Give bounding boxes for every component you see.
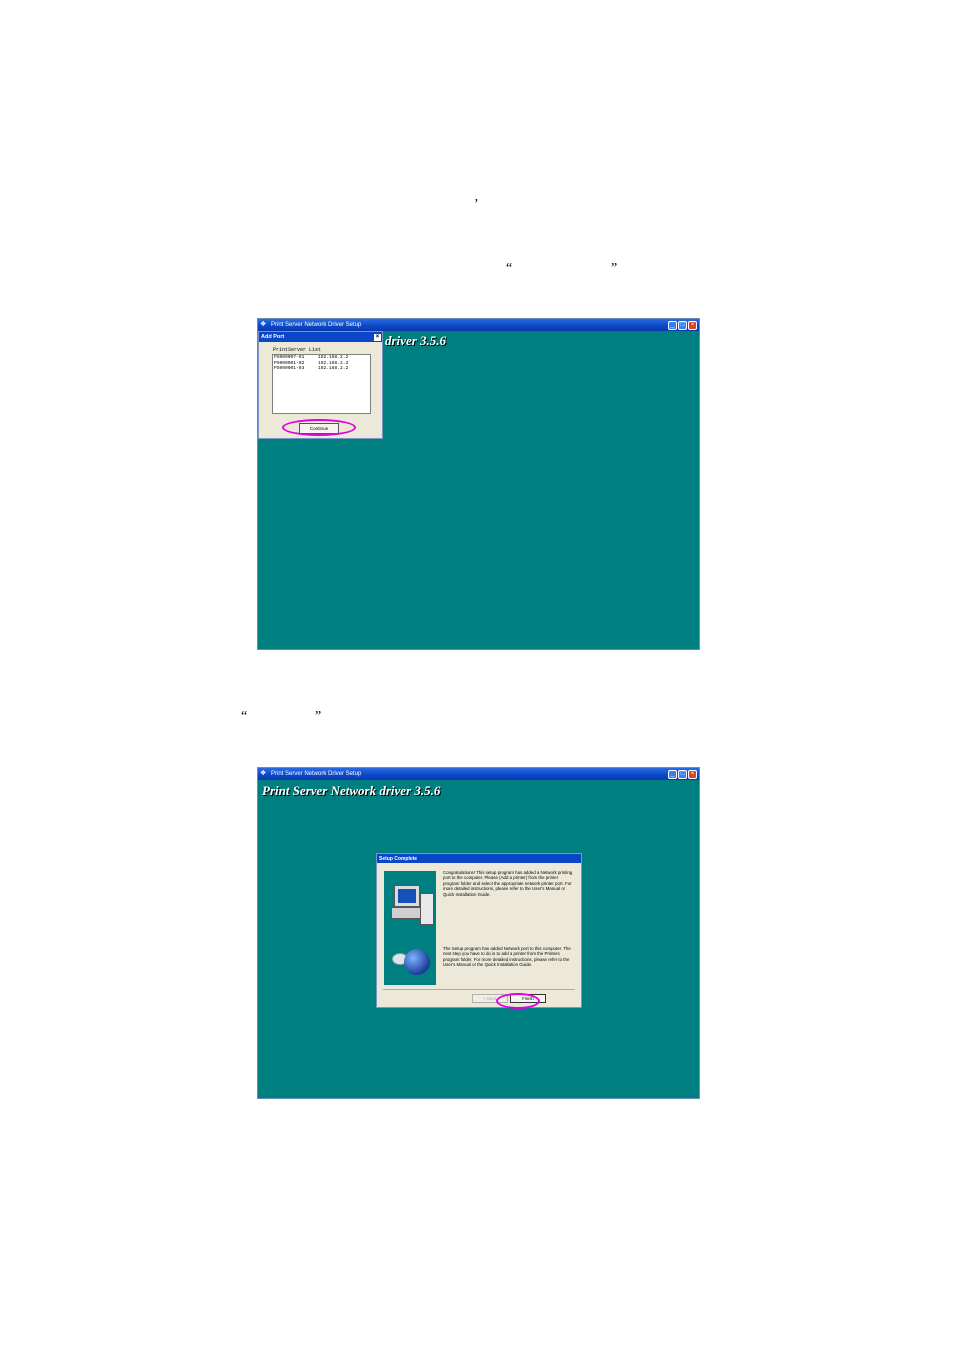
maximize-icon[interactable]: □	[678, 320, 687, 330]
server-name: PS000001-03	[274, 366, 305, 372]
minimize-icon[interactable]: _	[668, 320, 677, 330]
print-server-list[interactable]: PS000007-01 192.168.2.2 PS000001-02 192.…	[272, 354, 371, 414]
completion-message: Congratulations! This setup program has …	[443, 870, 573, 897]
screenshot-add-port: ❖ Print Server Network Driver Setup _ □ …	[257, 318, 700, 650]
quote-close: ”	[611, 261, 618, 276]
computer-base	[391, 907, 421, 919]
window-titlebar: ❖ Print Server Network Driver Setup _ □ …	[258, 319, 699, 331]
dialog-title: Add Port	[261, 334, 285, 340]
dialog-title: Setup Complete	[379, 855, 418, 862]
close-icon[interactable]: ×	[688, 769, 697, 779]
computer-icon	[394, 885, 420, 907]
highlight-ring	[282, 419, 356, 436]
close-icon[interactable]: ×	[688, 320, 697, 330]
maximize-icon[interactable]: □	[678, 769, 687, 779]
quote-open: “	[506, 261, 513, 276]
server-ip: 192.168.2.2	[318, 366, 349, 372]
banner-title: driver 3.5.6	[385, 333, 447, 348]
next-step-message: The Setup program has added Network port…	[443, 946, 571, 968]
list-item[interactable]: PS000001-03 192.168.2.2	[273, 366, 370, 372]
divider	[383, 989, 575, 990]
window-title: Print Server Network Driver Setup	[271, 322, 362, 328]
minimize-icon[interactable]: _	[668, 769, 677, 779]
globe-icon	[404, 949, 430, 975]
banner-title: Print Server Network driver 3.5.6	[262, 783, 441, 798]
computer-tower	[420, 893, 434, 925]
quote-open: “	[241, 709, 248, 724]
setup-illustration	[384, 871, 436, 985]
setup-complete-dialog: Setup Complete Congratulations! This set…	[376, 853, 582, 1008]
quote-close: ”	[315, 709, 322, 724]
list-label: PrintServer List	[273, 347, 322, 353]
app-icon: ❖	[260, 321, 267, 328]
app-icon: ❖	[260, 770, 267, 777]
screenshot-setup-complete: ❖ Print Server Network Driver Setup _ □ …	[257, 767, 700, 1099]
highlight-ring	[496, 993, 540, 1009]
dialog-titlebar: Add Port ×	[259, 332, 382, 342]
dialog-titlebar: Setup Complete	[377, 854, 581, 863]
quote-mark: ’	[474, 197, 479, 212]
window-titlebar: ❖ Print Server Network Driver Setup _ □ …	[258, 768, 699, 780]
close-icon[interactable]: ×	[374, 333, 381, 341]
window-title: Print Server Network Driver Setup	[271, 771, 362, 777]
